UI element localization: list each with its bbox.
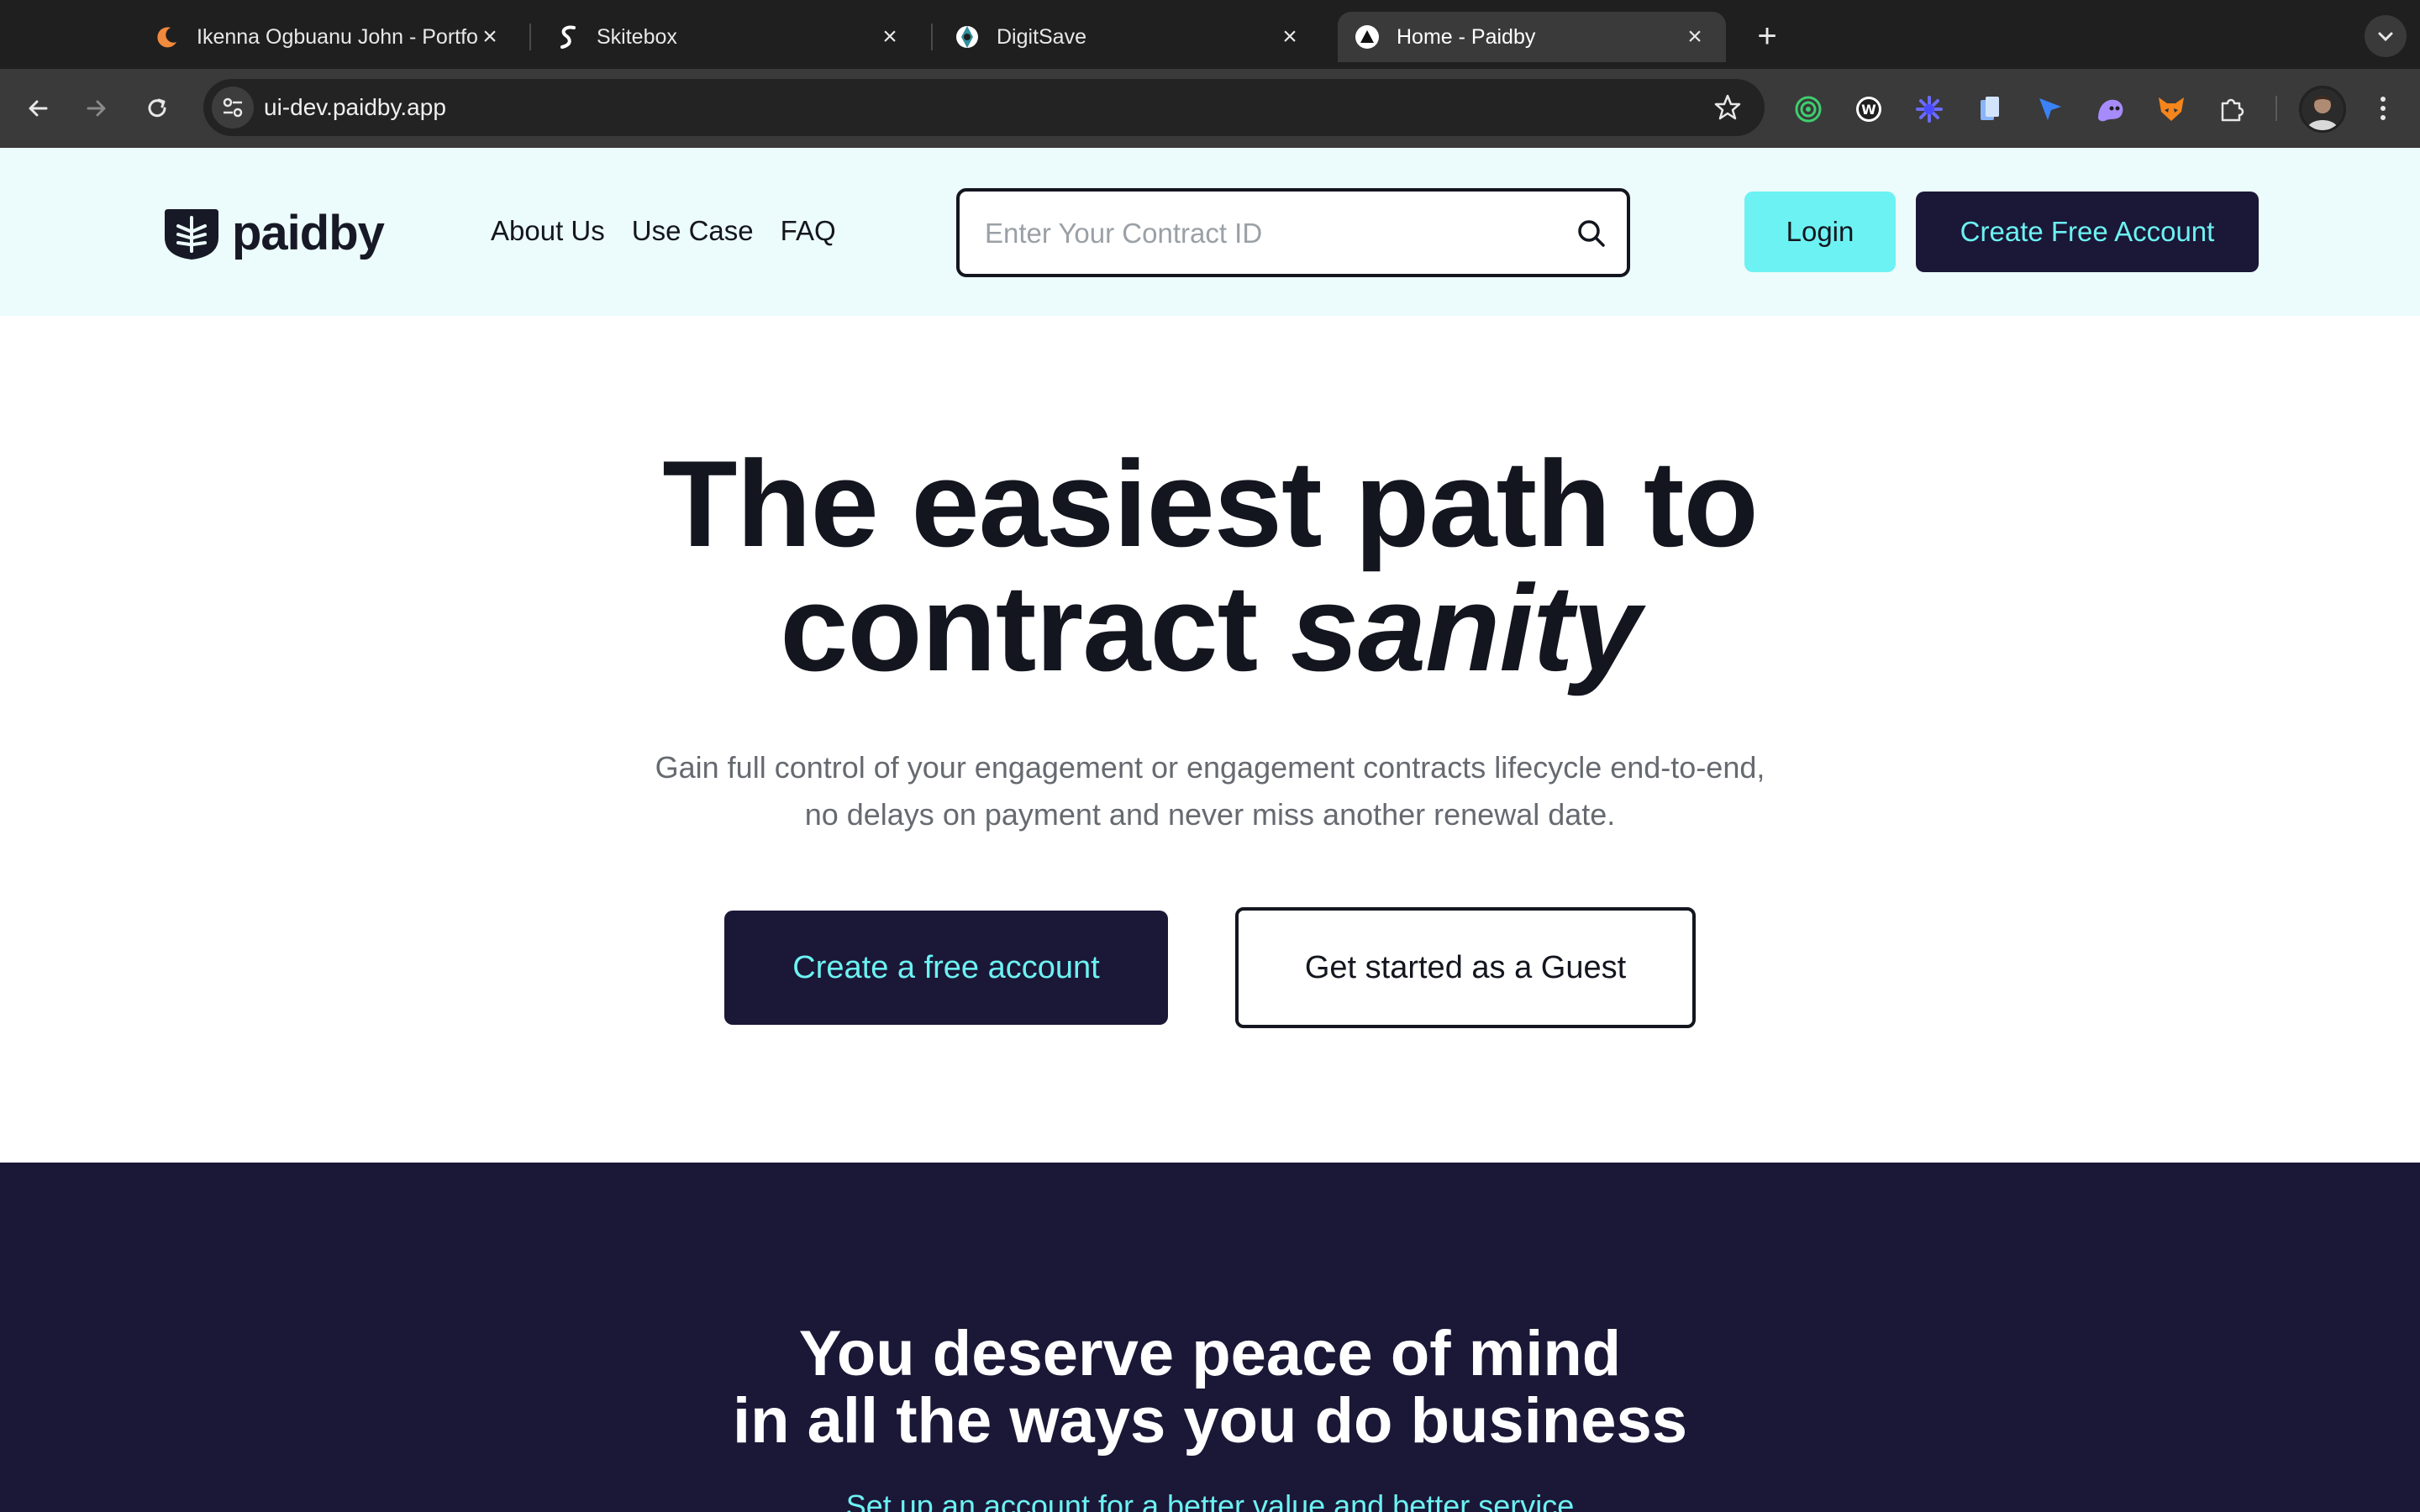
site-info-button[interactable] <box>212 87 254 129</box>
svg-text:W: W <box>1861 102 1876 118</box>
browser-tab-bar: Ikenna Ogbuanu John - Portfolio × Skiteb… <box>0 0 2420 69</box>
address-bar[interactable]: ui-dev.paidby.app <box>203 79 1765 136</box>
section-title: You deserve peace of mind in all the way… <box>0 1320 2420 1455</box>
peace-of-mind-section: You deserve peace of mind in all the way… <box>0 1163 2420 1512</box>
main-nav: About Us Use Case FAQ <box>491 215 836 247</box>
hero-section: The easiest path to contract sanity Gain… <box>0 316 2420 1163</box>
url-text[interactable]: ui-dev.paidby.app <box>264 94 446 121</box>
triangle-logo-icon <box>1355 24 1380 50</box>
reload-button[interactable] <box>136 87 178 129</box>
toolbar-separator <box>2275 96 2277 121</box>
paidby-logo-icon <box>165 209 218 260</box>
tab-title: Skitebox <box>597 24 677 49</box>
login-button[interactable]: Login <box>1744 192 1896 272</box>
tune-icon <box>223 97 243 118</box>
logo-text: paidby <box>232 205 385 260</box>
browser-menu-button[interactable] <box>2366 87 2400 129</box>
purple-ghost-icon[interactable] <box>2094 92 2128 126</box>
nav-about-us[interactable]: About Us <box>491 215 605 247</box>
hero-subtitle-line2: no delays on payment and never miss anot… <box>804 797 1616 832</box>
tab-skitebox[interactable]: Skitebox × <box>538 12 921 62</box>
site-header: paidby About Us Use Case FAQ Login Creat… <box>0 148 2420 316</box>
create-free-account-button[interactable]: Create Free Account <box>1916 192 2259 272</box>
nav-faq[interactable]: FAQ <box>781 215 836 247</box>
blue-arrow-icon[interactable] <box>2033 92 2067 126</box>
tab-title: Home - Paidby <box>1397 24 1536 49</box>
hero-title: The easiest path to contract sanity <box>0 442 2420 690</box>
paidby-logo[interactable]: paidby <box>161 203 385 262</box>
arrow-left-icon <box>29 100 48 117</box>
profile-photo <box>2302 88 2344 130</box>
hero-title-line1: The easiest path to <box>662 435 1758 572</box>
tab-separator <box>931 24 933 50</box>
star-icon[interactable] <box>1712 92 1743 123</box>
arrow-right-icon <box>87 100 106 117</box>
tab-title: DigitSave <box>997 24 1086 49</box>
blue-asterisk-icon[interactable] <box>1912 92 1946 126</box>
create-a-free-account-button[interactable]: Create a free account <box>724 911 1168 1025</box>
puzzle-icon[interactable] <box>2215 92 2249 126</box>
section-title-line1: You deserve peace of mind <box>798 1318 1622 1389</box>
section-subtitle: Set up an account for a better value and… <box>845 1488 1575 1512</box>
search-icon[interactable] <box>1575 217 1608 250</box>
tab-portfolio[interactable]: Ikenna Ogbuanu John - Portfolio × <box>138 12 521 62</box>
tab-title: Ikenna Ogbuanu John - Portfolio <box>197 24 477 49</box>
tab-search-button[interactable] <box>2365 15 2407 57</box>
browser-toolbar: ui-dev.paidby.app W <box>0 69 2420 148</box>
get-started-as-guest-button[interactable]: Get started as a Guest <box>1235 907 1696 1028</box>
new-tab-button[interactable]: + <box>1746 15 1788 57</box>
tab-paidby[interactable]: Home - Paidby × <box>1338 12 1726 62</box>
tab-separator <box>529 24 531 50</box>
hero-subtitle: Gain full control of your engagement or … <box>0 744 2420 838</box>
hero-subtitle-line1: Gain full control of your engagement or … <box>655 750 1765 785</box>
hero-title-emphasis: sanity <box>1290 559 1641 696</box>
fox-icon[interactable] <box>2154 92 2188 126</box>
back-button[interactable] <box>17 87 59 129</box>
crescent-moon-icon <box>155 24 180 50</box>
section-title-line2: in all the ways you do business <box>732 1385 1688 1457</box>
close-icon[interactable]: × <box>1682 24 1707 50</box>
skitebox-logo-icon <box>555 24 580 50</box>
avatar[interactable] <box>2299 86 2346 133</box>
w-circle-icon[interactable]: W <box>1852 92 1886 126</box>
contract-search <box>956 188 1630 277</box>
chevron-down-icon <box>2378 32 2393 42</box>
hero-title-line2: contract <box>780 559 1291 696</box>
digitsave-logo-icon <box>955 24 980 50</box>
forward-button[interactable] <box>76 87 118 129</box>
nav-use-case[interactable]: Use Case <box>632 215 754 247</box>
close-icon[interactable]: × <box>1277 24 1302 50</box>
reload-icon <box>148 98 166 118</box>
tab-digitsave[interactable]: DigitSave × <box>938 12 1321 62</box>
green-ring-icon[interactable] <box>1791 92 1825 126</box>
close-icon[interactable]: × <box>877 24 902 50</box>
contract-id-input[interactable] <box>985 210 1556 257</box>
close-icon[interactable]: × <box>477 24 502 50</box>
blue-document-icon[interactable] <box>1973 92 2007 126</box>
kebab-menu-icon <box>2381 97 2386 120</box>
